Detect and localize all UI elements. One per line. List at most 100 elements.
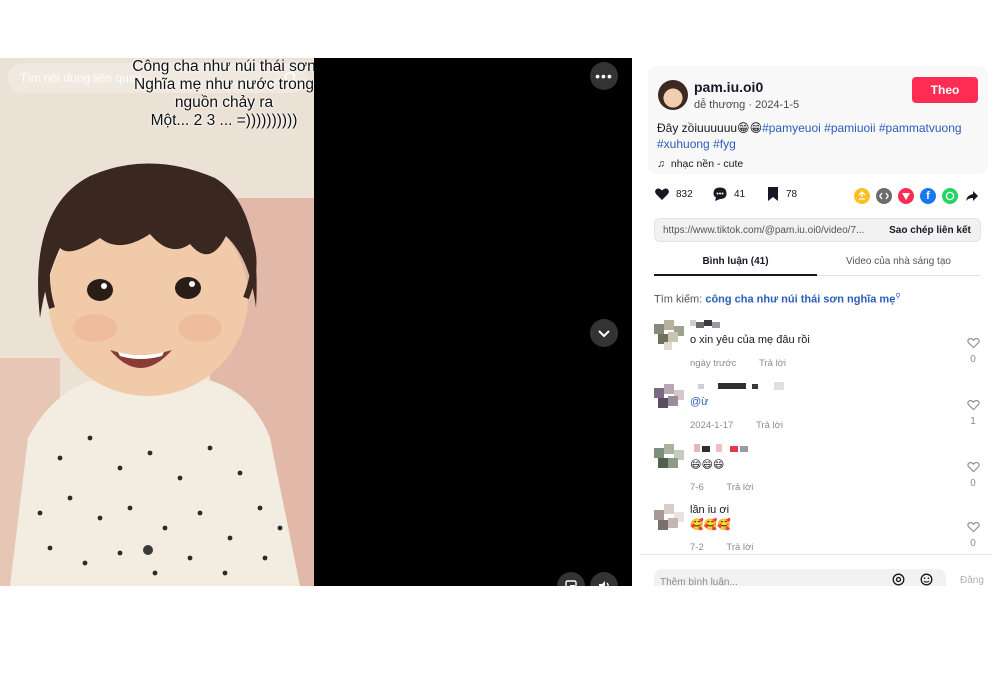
- comment-item: lần iu ơi 🥰🥰🥰 7-2 Trả lời 0: [654, 504, 984, 560]
- hashtag-link[interactable]: #pamyeuoi: [762, 121, 821, 135]
- comment-icon: [713, 187, 727, 201]
- caption-line: nguồn chảy ra: [174, 94, 274, 111]
- comment-like-count: 1: [970, 416, 976, 427]
- music-link[interactable]: ♫ nhạc nền - cute: [657, 158, 743, 170]
- comment-like-button[interactable]: [966, 520, 980, 538]
- comment-text: @ừ: [690, 396, 709, 408]
- comment-count: 41: [734, 188, 746, 200]
- comment-date: 7-2: [690, 542, 704, 553]
- caption-line: Nghĩa mẹ như nước trong: [134, 76, 314, 93]
- blurred-avatar[interactable]: [654, 504, 684, 534]
- blurred-username[interactable]: [690, 320, 730, 328]
- music-title: nhạc nền - cute: [670, 158, 744, 170]
- tab-creator-videos[interactable]: Video của nhà sáng tạo: [817, 256, 980, 267]
- copy-link-button[interactable]: Sao chép liên kết: [880, 225, 980, 236]
- comment-date: ngày trước: [690, 358, 737, 369]
- author-card: pam.iu.oi0 dễ thương · 2024-1-5 Theo Đây…: [648, 66, 988, 174]
- comment-action[interactable]: 41: [712, 186, 745, 202]
- comment-text: 😄😄😄: [690, 459, 725, 471]
- save-count: 78: [786, 188, 798, 200]
- tab-comments[interactable]: Bình luận (41): [654, 256, 817, 267]
- video-description: Đây zồiuuuuuu😁😁#pamyeuoi #pamiuoii #pamm…: [657, 120, 977, 152]
- description-text: Đây zồiuuuuuu😁😁: [657, 121, 763, 135]
- comment-item: 😄😄😄 7-6 Trả lời 0: [654, 444, 984, 500]
- comment-item: @ừ 2024-1-17 Trả lời 1: [654, 382, 984, 438]
- hashtag-link[interactable]: #xuhuong: [657, 137, 710, 151]
- bookmark-icon: [768, 187, 778, 201]
- music-note-icon: ♫: [657, 158, 665, 170]
- search-suggestion-prefix: Tìm kiếm:: [654, 293, 703, 306]
- detail-panel: pam.iu.oi0 dễ thương · 2024-1-5 Theo Đây…: [640, 58, 992, 586]
- reply-button[interactable]: Trả lời: [759, 358, 786, 369]
- hashtag-link[interactable]: #pamiuoii: [824, 121, 875, 135]
- repost-icon[interactable]: [854, 188, 870, 204]
- more-options-button[interactable]: •••: [590, 62, 618, 90]
- more-icon: •••: [595, 68, 613, 84]
- comment-text: 🥰🥰🥰: [690, 519, 732, 531]
- action-bar: 832 41 78 f: [654, 186, 984, 206]
- video-frame: [0, 58, 314, 586]
- comment-like-count: 0: [970, 478, 976, 489]
- hashtag-link[interactable]: #fyg: [713, 137, 736, 151]
- embed-icon[interactable]: [876, 188, 892, 204]
- heart-outline-icon: [966, 462, 980, 473]
- volume-icon: [599, 581, 609, 586]
- video-player[interactable]: Công cha như núi thái sơn Nghĩa mẹ như n…: [0, 58, 632, 586]
- blurred-avatar[interactable]: [654, 382, 684, 412]
- caption-line: Một... 2 3 ... =)))))))))): [150, 112, 298, 129]
- save-action[interactable]: 78: [766, 186, 797, 202]
- author-username[interactable]: pam.iu.oi0: [694, 79, 763, 95]
- hashtag-link[interactable]: #pammatvuong: [879, 121, 962, 135]
- search-suggestion-query: công cha như núi thái sơn nghĩa mẹ: [705, 293, 896, 306]
- facebook-icon[interactable]: f: [920, 188, 936, 204]
- heart-outline-icon: [966, 522, 980, 533]
- like-action[interactable]: 832: [654, 186, 693, 202]
- share-arrow-icon[interactable]: [964, 188, 980, 204]
- comment-meta: 7-2 Trả lời: [690, 542, 753, 553]
- comment-like-button[interactable]: [966, 398, 980, 416]
- heart-outline-icon: [966, 400, 980, 411]
- heart-icon: [655, 188, 669, 200]
- reply-button[interactable]: Trả lời: [756, 420, 783, 431]
- baby-photo: [0, 58, 314, 586]
- comment-username[interactable]: lần iu ơi: [690, 504, 729, 516]
- comment-text: o xin yêu của mẹ đâu rồi: [690, 334, 810, 346]
- comment-item: o xin yêu của mẹ đâu rồi ngày trước Trả …: [654, 320, 984, 376]
- reply-button[interactable]: Trả lời: [726, 482, 753, 493]
- avatar[interactable]: [658, 80, 688, 110]
- comment-like-button[interactable]: [966, 336, 980, 354]
- search-icon: ⚲: [895, 293, 901, 300]
- video-letterbox: [314, 58, 632, 586]
- pip-icon: [565, 580, 577, 586]
- reply-button[interactable]: Trả lời: [726, 542, 753, 553]
- like-count: 832: [676, 188, 693, 200]
- video-url[interactable]: https://www.tiktok.com/@pam.iu.oi0/video…: [655, 225, 880, 236]
- whatsapp-icon[interactable]: [942, 188, 958, 204]
- comment-like-count: 0: [970, 538, 976, 549]
- follow-button[interactable]: Theo: [912, 77, 978, 103]
- blurred-avatar[interactable]: [654, 444, 684, 474]
- mention-icon[interactable]: [892, 573, 905, 586]
- comment-like-count: 0: [970, 354, 976, 365]
- next-video-button[interactable]: [590, 319, 618, 347]
- blurred-avatar[interactable]: [654, 320, 684, 350]
- comment-date: 2024-1-17: [690, 420, 734, 431]
- comment-meta: 2024-1-17 Trả lời: [690, 420, 783, 431]
- panel-tabs: Bình luận (41) Video của nhà sáng tạo: [654, 254, 981, 276]
- comment-meta: ngày trước Trả lời: [690, 358, 786, 369]
- comment-meta: 7-6 Trả lời: [690, 482, 753, 493]
- caption-line: Công cha như núi thái sơn: [132, 58, 316, 75]
- post-comment-button[interactable]: Đăng: [960, 575, 984, 586]
- active-tab-indicator: [654, 274, 817, 276]
- author-nickname: dễ thương: [694, 99, 746, 111]
- blurred-username[interactable]: [690, 444, 754, 452]
- comment-like-button[interactable]: [966, 460, 980, 478]
- chevron-down-icon: [598, 330, 610, 338]
- blurred-username[interactable]: [690, 382, 794, 390]
- send-icon[interactable]: [898, 188, 914, 204]
- emoji-icon[interactable]: [920, 573, 933, 586]
- search-suggestion[interactable]: Tìm kiếm: công cha như núi thái sơn nghĩ…: [654, 292, 900, 306]
- author-meta: dễ thương · 2024-1-5: [694, 99, 799, 111]
- heart-outline-icon: [966, 338, 980, 349]
- share-link-box: https://www.tiktok.com/@pam.iu.oi0/video…: [654, 218, 981, 242]
